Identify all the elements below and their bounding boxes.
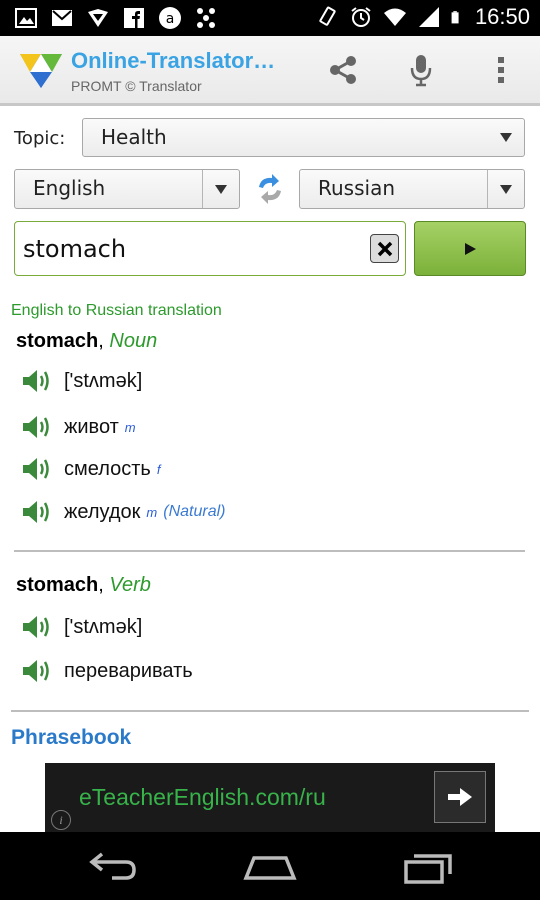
translation-text: ['stʌmək] [64, 369, 143, 392]
phrasebook-link[interactable]: Phrasebook [11, 726, 131, 750]
source-language-value: English [33, 176, 106, 200]
chevron-down-icon [487, 170, 524, 208]
translation-row: живот m [20, 411, 136, 443]
overflow-menu-icon[interactable] [483, 52, 519, 88]
translation-text[interactable]: желудок [64, 501, 140, 524]
info-icon[interactable]: i [51, 810, 71, 830]
microphone-icon[interactable] [403, 52, 439, 88]
app-logo-icon[interactable] [16, 46, 66, 92]
back-icon[interactable] [82, 846, 142, 886]
svg-text:a: a [166, 11, 175, 27]
rotation-icon [319, 6, 336, 26]
entry-word: stomach [16, 574, 99, 596]
gender-tag: f [156, 461, 161, 477]
entry-word: stomach [16, 330, 99, 352]
chevron-down-icon [488, 119, 524, 156]
vpn-icon [88, 9, 108, 27]
usage-note: (Natural) [163, 503, 226, 520]
swap-languages-icon[interactable] [253, 172, 287, 206]
chevron-down-icon [202, 170, 239, 208]
target-language-value: Russian [318, 176, 396, 200]
status-time: 16:50 [474, 4, 530, 29]
translation-row: переваривать [20, 655, 193, 687]
signal-icon [418, 7, 439, 27]
divider [14, 550, 525, 552]
status-bar: a 16:50 [0, 0, 540, 36]
app-a-icon: a [159, 7, 181, 29]
translation-text[interactable]: смелость [64, 458, 151, 481]
translate-button[interactable] [414, 221, 526, 276]
recent-apps-icon[interactable] [400, 846, 460, 886]
navigation-bar [0, 832, 540, 900]
speaker-icon[interactable] [20, 657, 52, 685]
entry-separator: , [98, 574, 110, 596]
source-language-select[interactable]: English [14, 169, 240, 209]
translation-text: ['stʌmək] [64, 615, 143, 638]
speaker-icon[interactable] [20, 498, 52, 526]
topic-label: Topic: [14, 128, 66, 149]
search-box [14, 221, 406, 276]
ad-text[interactable]: eTeacherEnglish.com/ru [79, 784, 326, 811]
pinwheel-icon [197, 8, 215, 28]
ad-arrow-button[interactable] [434, 771, 486, 823]
speaker-icon[interactable] [20, 613, 52, 641]
entry-separator: , [98, 330, 110, 352]
search-input[interactable] [21, 230, 365, 268]
gmail-icon [52, 10, 72, 26]
translation-text[interactable]: живот [64, 416, 119, 439]
home-icon[interactable] [240, 846, 300, 886]
clear-button[interactable] [370, 234, 399, 263]
entry-pos: Verb [109, 574, 151, 596]
battery-icon [451, 11, 459, 24]
app-subtitle: PROMT © Translator [71, 78, 202, 94]
gender-tag: m [124, 419, 136, 435]
gallery-icon [15, 8, 37, 28]
topic-value: Health [101, 125, 167, 149]
target-language-select[interactable]: Russian [299, 169, 525, 209]
play-icon [465, 242, 476, 255]
arrow-right-icon [448, 788, 472, 806]
app-title: Online-Translator… [71, 48, 276, 73]
translation-text[interactable]: переваривать [64, 660, 193, 683]
translation-row: желудок m (Natural) [20, 496, 225, 528]
speaker-icon[interactable] [20, 367, 52, 395]
entry-headword: stomach, Noun [16, 330, 157, 353]
alarm-icon [351, 7, 371, 27]
divider [11, 710, 529, 712]
entry-headword: stomach, Verb [16, 574, 151, 597]
share-icon[interactable] [325, 52, 361, 88]
translation-row: смелость f [20, 453, 160, 485]
ad-banner[interactable]: eTeacherEnglish.com/ru i [45, 763, 495, 832]
wifi-icon [383, 8, 406, 26]
gender-tag: m [146, 504, 158, 520]
topic-select[interactable]: Health [82, 118, 525, 157]
translation-row: ['stʌmək] [20, 611, 142, 643]
action-bar: Online-Translator… PROMT © Translator [0, 36, 540, 106]
speaker-icon[interactable] [20, 413, 52, 441]
facebook-icon [124, 8, 144, 28]
entry-pos: Noun [109, 330, 158, 352]
translation-row: ['stʌmək] [20, 365, 142, 397]
speaker-icon[interactable] [20, 455, 52, 483]
translation-direction-caption: English to Russian translation [11, 302, 222, 319]
close-icon [377, 241, 392, 256]
